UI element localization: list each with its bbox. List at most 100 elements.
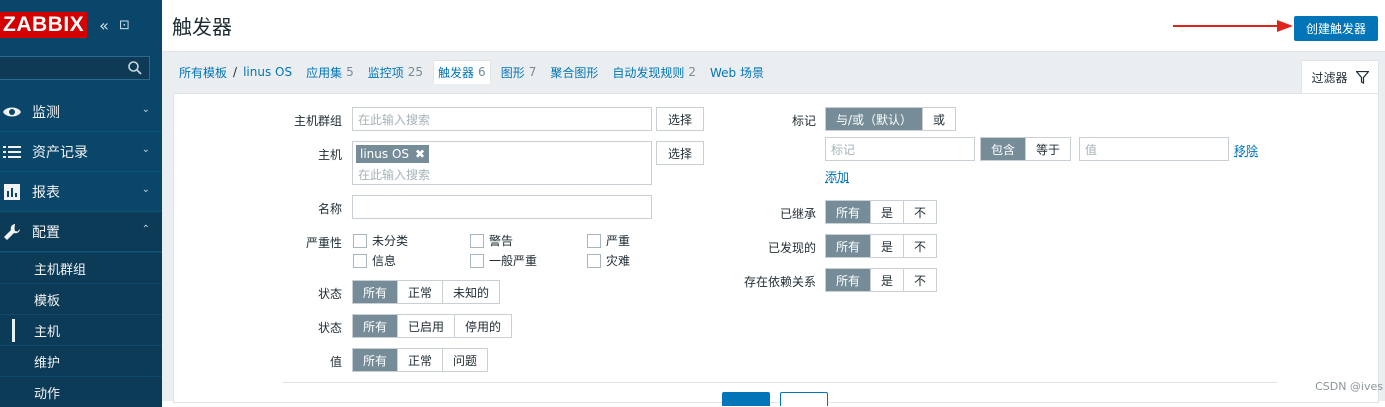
dependencies-option-yes[interactable]: 是	[870, 269, 904, 291]
value-label: 值	[329, 355, 342, 369]
tags-mode-or[interactable]: 或	[922, 108, 956, 130]
tab-graphs[interactable]: 图形 7	[501, 64, 537, 81]
create-trigger-button[interactable]: 创建触发器	[1294, 16, 1378, 41]
menu-item-configuration[interactable]: 配置 ⌃	[0, 212, 162, 252]
filter-tab[interactable]: 过滤器	[1301, 60, 1379, 93]
sidebar: ZABBIX « ⊡ 监测 ⌄ 资产记录 ⌄ 报表 ⌄ 配置 ⌃ 主机群组 模板…	[0, 0, 162, 407]
tab-screens[interactable]: 聚合图形	[550, 64, 598, 81]
checkbox[interactable]	[470, 233, 484, 248]
tab-triggers[interactable]: 触发器 6	[433, 60, 491, 84]
tag-operator-contains[interactable]: 包含	[981, 138, 1026, 160]
configuration-submenu: 主机群组 模板 主机 维护 动作	[0, 252, 162, 407]
tags-mode-and-or[interactable]: 与/或（默认）	[826, 108, 923, 130]
severity-average[interactable]: 一般严重	[470, 252, 537, 269]
severity-high[interactable]: 严重	[587, 232, 630, 249]
tab-web-scenarios[interactable]: Web 场景	[710, 64, 764, 81]
menu-item-monitoring[interactable]: 监测 ⌄	[0, 92, 162, 132]
value-option-problem[interactable]: 问题	[442, 349, 488, 371]
dependencies-option-no[interactable]: 不	[903, 269, 937, 291]
host-group-select-button[interactable]: 选择	[656, 107, 704, 131]
submenu-item-maintenance[interactable]: 维护	[0, 345, 162, 376]
host-chip-label: linus OS	[360, 147, 410, 161]
inherited-option-yes[interactable]: 是	[870, 201, 904, 223]
search-icon[interactable]	[127, 60, 143, 76]
inherited-option-no[interactable]: 不	[903, 201, 937, 223]
chevron-up-icon: ⌃	[141, 224, 150, 235]
host-search-input[interactable]: 在此输入搜索	[358, 166, 430, 183]
inherited-toggle: 所有 是 不	[825, 200, 938, 224]
checkbox[interactable]	[353, 233, 367, 248]
discovered-option-all[interactable]: 所有	[826, 235, 871, 257]
tab-label: 监控项	[367, 65, 404, 80]
discovered-option-yes[interactable]: 是	[870, 235, 904, 257]
tab-count: 7	[528, 65, 537, 79]
tab-discovery-rules[interactable]: 自动发现规则 2	[612, 64, 696, 81]
state-option-normal[interactable]: 正常	[397, 281, 443, 303]
submenu-item-actions[interactable]: 动作	[0, 376, 162, 407]
status-option-all[interactable]: 所有	[353, 315, 398, 337]
tab-applications[interactable]: 应用集 5	[306, 64, 354, 81]
host-group-input[interactable]: 在此输入搜索	[352, 107, 652, 131]
tag-add-link[interactable]: 添加	[825, 168, 849, 185]
checkbox[interactable]	[470, 253, 484, 268]
severity-disaster[interactable]: 灾难	[587, 252, 630, 269]
tag-operator-equals[interactable]: 等于	[1025, 138, 1071, 160]
state-option-all[interactable]: 所有	[353, 281, 398, 303]
tab-count: 5	[346, 65, 354, 79]
tab-count: 6	[478, 65, 486, 79]
inherited-option-all[interactable]: 所有	[826, 201, 871, 223]
submenu-item-hosts[interactable]: 主机	[0, 314, 162, 345]
tab-items[interactable]: 监控项 25	[368, 64, 423, 81]
status-option-disabled[interactable]: 停用的	[454, 315, 512, 337]
host-multiselect[interactable]: linus OS ✖ 在此输入搜索	[352, 141, 652, 185]
severity-information[interactable]: 信息	[353, 252, 396, 269]
tab-label: 聚合图形	[550, 65, 599, 80]
tag-remove-link[interactable]: 移除	[1234, 142, 1258, 159]
collapse-sidebar-icon[interactable]: «	[99, 16, 109, 35]
state-option-unknown[interactable]: 未知的	[442, 281, 500, 303]
menu-item-reports[interactable]: 报表 ⌄	[0, 172, 162, 212]
checkbox[interactable]	[353, 253, 367, 268]
chip-remove-icon[interactable]: ✖	[415, 147, 425, 161]
state-label: 状态	[317, 287, 342, 301]
tab-label: 自动发现规则	[612, 65, 685, 80]
value-option-ok[interactable]: 正常	[397, 349, 443, 371]
status-label: 状态	[317, 321, 342, 335]
discovered-label: 已发现的	[767, 241, 816, 255]
severity-not-classified[interactable]: 未分类	[353, 232, 408, 249]
value-option-all[interactable]: 所有	[353, 349, 398, 371]
sidebar-search-input[interactable]	[0, 56, 150, 80]
checkbox[interactable]	[587, 253, 601, 268]
tab-count: 2	[688, 65, 697, 79]
checkbox[interactable]	[587, 233, 601, 248]
host-label: 主机	[317, 148, 342, 162]
zabbix-logo[interactable]: ZABBIX	[0, 12, 88, 38]
breadcrumb-all-templates[interactable]: 所有模板	[179, 64, 227, 81]
tab-label: 触发器	[438, 65, 475, 80]
chevron-down-icon: ⌄	[141, 184, 150, 195]
kiosk-mode-icon[interactable]: ⊡	[119, 18, 130, 33]
checkbox-label: 灾难	[606, 254, 631, 268]
severity-warning[interactable]: 警告	[470, 232, 513, 249]
breadcrumb-separator: /	[233, 65, 238, 79]
wrench-icon	[0, 223, 26, 241]
checkbox-label: 严重	[606, 234, 631, 248]
submenu-item-templates[interactable]: 模板	[0, 283, 162, 314]
page-title: 触发器	[172, 15, 232, 39]
host-select-button[interactable]: 选择	[656, 141, 704, 165]
name-input[interactable]	[352, 195, 652, 219]
status-option-enabled[interactable]: 已启用	[397, 315, 455, 337]
breadcrumb: 所有模板 / linus OS 应用集 5 监控项 25 触发器 6 图形 7 聚合图形…	[162, 52, 1385, 93]
dependencies-option-all[interactable]: 所有	[826, 269, 871, 291]
tag-value-input[interactable]: 值	[1079, 137, 1229, 161]
menu-item-inventory[interactable]: 资产记录 ⌄	[0, 132, 162, 172]
apply-button[interactable]	[722, 392, 770, 406]
list-icon	[0, 145, 26, 159]
reset-button[interactable]	[780, 392, 828, 406]
discovered-option-no[interactable]: 不	[903, 235, 937, 257]
submenu-item-host-groups[interactable]: 主机群组	[0, 252, 162, 283]
main-menu: 监测 ⌄ 资产记录 ⌄ 报表 ⌄ 配置 ⌃ 主机群组 模板 主机 维护 动作	[0, 92, 162, 407]
breadcrumb-host[interactable]: linus OS	[243, 65, 292, 79]
dependencies-label: 存在依赖关系	[743, 275, 816, 289]
tag-name-input[interactable]: 标记	[825, 137, 975, 161]
